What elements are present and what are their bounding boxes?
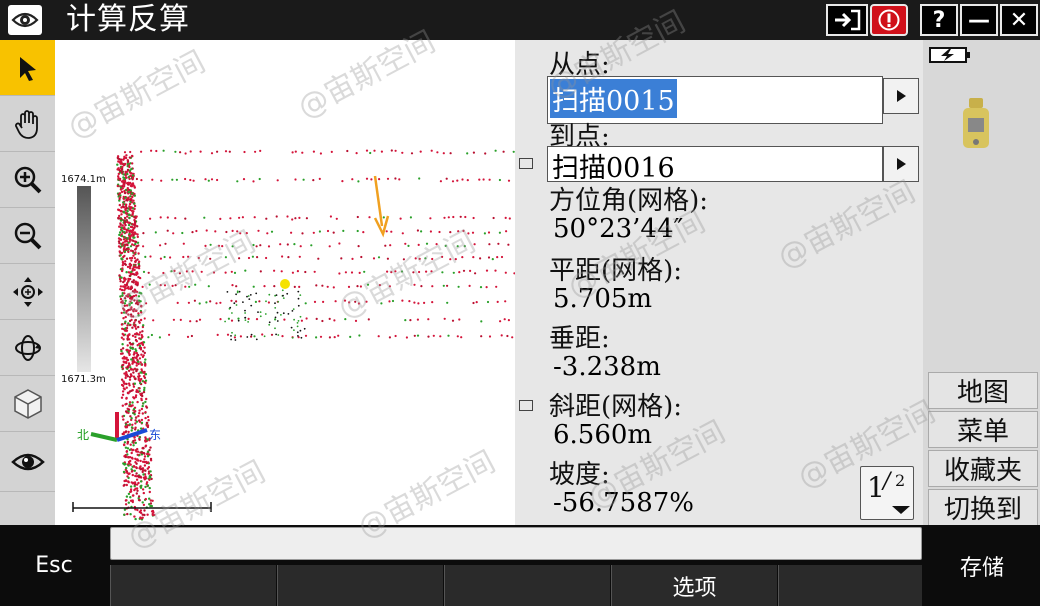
minimize-button[interactable]: — — [960, 4, 998, 36]
play-right-icon — [897, 90, 906, 102]
grade-label: 坡度: — [549, 460, 610, 490]
vertical-distance-label: 垂距: — [549, 324, 610, 354]
azimuth-value: 50°23’44″ — [553, 214, 684, 244]
orbit-icon — [14, 334, 41, 361]
softkey-1[interactable] — [110, 565, 276, 606]
axis-north-label: 北 — [77, 428, 90, 442]
login-arrow-icon — [835, 9, 861, 31]
zoom-in-button[interactable] — [0, 152, 55, 208]
status-message-bar — [110, 527, 922, 560]
login-arrow-button[interactable] — [826, 4, 868, 36]
vertical-distance-value: -3.238m — [553, 352, 661, 382]
pan-hand-icon — [14, 109, 38, 139]
softkey-2[interactable] — [277, 565, 443, 606]
zoom-extents-icon — [12, 276, 43, 307]
page-total: 2 — [895, 471, 906, 490]
play-right-icon — [897, 158, 906, 170]
close-button[interactable]: ✕ — [1000, 4, 1038, 36]
title-bar: 计算反算 ? — ✕ — [0, 0, 1040, 40]
battery-charging-icon — [929, 47, 970, 63]
switch-to-button[interactable]: 切换到 — [928, 489, 1038, 526]
window-title: 计算反算 — [66, 2, 190, 37]
page-toggle-button[interactable]: 1 / 2 — [860, 466, 914, 520]
trimble-app-icon[interactable] — [8, 5, 42, 35]
pan-tool-button[interactable] — [0, 96, 55, 152]
favorites-button[interactable]: 收藏夹 — [928, 450, 1038, 487]
slope-distance-label: 斜距(网格): — [549, 392, 683, 422]
from-point-picker-button[interactable] — [883, 78, 919, 114]
page-separator: / — [883, 469, 891, 494]
point-cloud-map[interactable]: 1674.1m 1671.3m 北 东 — [55, 40, 515, 525]
eye-icon — [10, 453, 45, 470]
to-point-picker-button[interactable] — [883, 146, 919, 182]
grade-value: -56.7587% — [553, 488, 695, 518]
status-side-panel: 地图 菜单 收藏夹 切换到 — [923, 40, 1040, 526]
zoom-extents-button[interactable] — [0, 264, 55, 320]
view-cube-icon — [13, 388, 42, 419]
horizontal-distance-label: 平距(网格): — [549, 256, 683, 286]
to-point-field[interactable]: 扫描0016 — [547, 146, 883, 184]
softkey-bar: Esc 选项 存储 — [0, 525, 1040, 606]
azimuth-label: 方位角(网格): — [549, 186, 709, 216]
select-arrow-icon — [19, 56, 36, 81]
from-point-value: 扫描0015 — [550, 79, 677, 118]
map-button[interactable]: 地图 — [928, 372, 1038, 409]
softkey-3[interactable] — [444, 565, 610, 606]
zoom-out-button[interactable] — [0, 208, 55, 264]
scanner-instrument-icon[interactable] — [959, 94, 993, 158]
inverse-results-panel: 从点: 扫描0015 到点: 扫描0016 方位角(网格): 50°23’44″… — [515, 40, 923, 525]
page-down-icon — [892, 506, 910, 514]
elevation-scale-bar — [77, 186, 91, 372]
esc-button[interactable]: Esc — [0, 525, 108, 606]
to-point-marker-icon — [519, 158, 533, 169]
scale-top-label: 1674.1m — [61, 174, 106, 185]
map-toolbar — [0, 40, 55, 525]
zoom-out-icon — [14, 222, 41, 249]
alert-button[interactable] — [870, 4, 908, 36]
store-button[interactable]: 存储 — [924, 525, 1040, 606]
alert-icon — [878, 9, 900, 31]
zoom-in-icon — [14, 166, 41, 193]
menu-button[interactable]: 菜单 — [928, 411, 1038, 448]
orbit-button[interactable] — [0, 320, 55, 376]
help-button[interactable]: ? — [920, 4, 958, 36]
horizontal-distance-value: 5.705m — [553, 284, 653, 314]
scale-bottom-label: 1671.3m — [61, 374, 106, 385]
slope-distance-marker-icon — [519, 400, 533, 411]
view-cube-button[interactable] — [0, 376, 55, 432]
point-cloud-canvas — [72, 149, 515, 521]
softkey-5[interactable] — [778, 565, 922, 606]
visibility-button[interactable] — [0, 432, 55, 492]
select-tool-button[interactable] — [0, 40, 55, 96]
options-button[interactable]: 选项 — [611, 565, 777, 606]
slope-distance-value: 6.560m — [553, 420, 653, 450]
axis-east-label: 东 — [149, 428, 162, 442]
